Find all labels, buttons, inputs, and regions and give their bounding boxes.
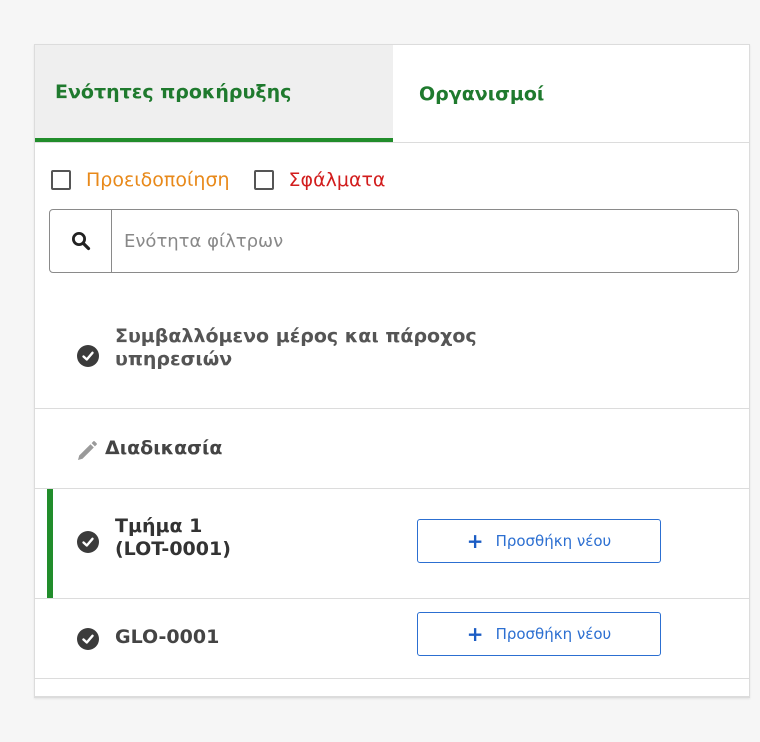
pencil-icon — [75, 439, 99, 467]
warning-checkbox[interactable] — [51, 170, 71, 190]
errors-label[interactable]: Σφάλματα — [289, 169, 386, 191]
section-label: Συμβαλλόμενο μέρος και πάροχος υπηρεσιών — [115, 325, 477, 370]
check-circle-icon — [77, 345, 99, 367]
section-item-contracting-party[interactable]: Συμβαλλόμενο μέρος και πάροχος υπηρεσιών — [35, 303, 749, 409]
sections-panel: Ενότητες προκήρυξης Οργανισμοί Προειδοπο… — [34, 44, 750, 698]
add-new-button[interactable]: + Προσθήκη νέου — [417, 612, 661, 656]
section-item-procedure[interactable]: Διαδικασία — [35, 409, 749, 489]
filter-checkboxes: Προειδοποίηση Σφάλματα — [51, 164, 385, 196]
section-item-lot-1[interactable]: Τμήμα 1 (LOT-0001) + Προσθήκη νέου — [35, 489, 749, 599]
section-label-line2: (LOT-0001) — [115, 538, 231, 560]
plus-icon: + — [466, 622, 484, 646]
list-end-spacer — [35, 679, 749, 697]
search-box — [49, 209, 739, 273]
tab-bar: Ενότητες προκήρυξης Οργανισμοί — [35, 45, 749, 143]
search-icon — [50, 210, 112, 272]
section-item-glo-0001[interactable]: GLO-0001 + Προσθήκη νέου — [35, 599, 749, 679]
check-circle-icon — [77, 531, 99, 553]
search-input[interactable] — [112, 210, 738, 272]
section-label: GLO-0001 — [115, 626, 220, 648]
add-new-button[interactable]: + Προσθήκη νέου — [417, 519, 661, 563]
section-label-line1: Τμήμα 1 — [115, 515, 203, 537]
tab-organisations[interactable]: Οργανισμοί — [393, 45, 749, 142]
add-new-label: Προσθήκη νέου — [495, 532, 612, 550]
section-label: Διαδικασία — [105, 437, 223, 459]
plus-icon: + — [466, 529, 484, 553]
selected-indicator — [47, 489, 53, 598]
warning-label[interactable]: Προειδοποίηση — [86, 169, 230, 191]
check-circle-icon — [77, 628, 99, 650]
add-new-label: Προσθήκη νέου — [495, 625, 612, 643]
errors-checkbox[interactable] — [253, 170, 274, 190]
tab-label: Οργανισμοί — [419, 82, 545, 105]
section-label: Τμήμα 1 (LOT-0001) — [115, 515, 231, 561]
tab-notice-sections[interactable]: Ενότητες προκήρυξης — [35, 45, 393, 142]
tab-label: Ενότητες προκήρυξης — [55, 80, 292, 103]
